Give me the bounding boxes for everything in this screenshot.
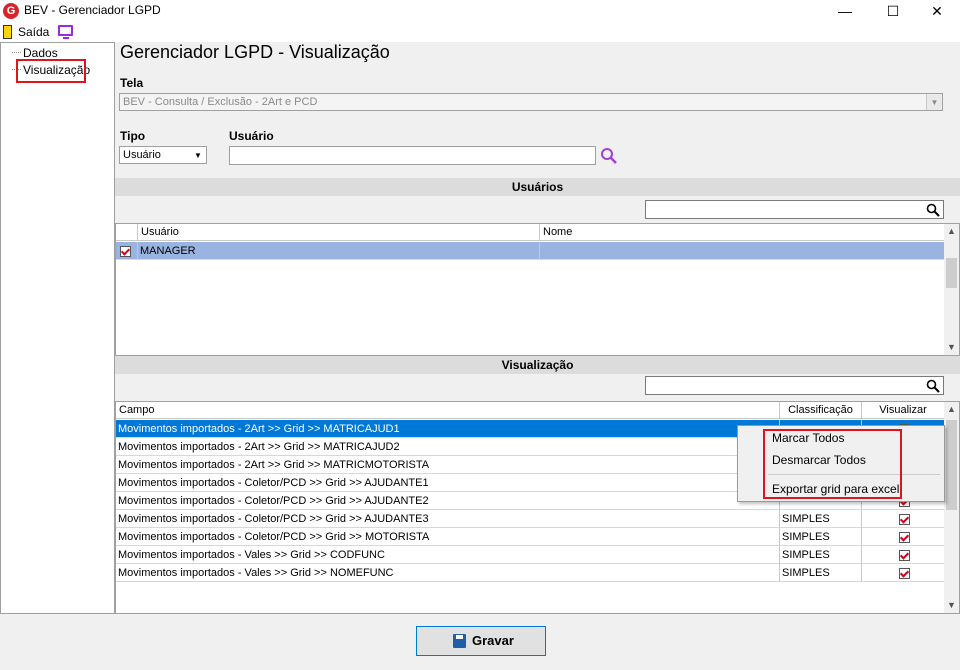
tree-connector xyxy=(12,52,21,53)
table-row[interactable]: MANAGER xyxy=(116,242,945,260)
title-bar: G BEV - Gerenciador LGPD — ☐ ✕ xyxy=(0,0,960,22)
cell-usuario: MANAGER xyxy=(138,242,540,260)
cell-campo: Movimentos importados - 2Art >> Grid >> … xyxy=(116,420,780,438)
grid-header-nome[interactable]: Nome xyxy=(540,224,945,241)
tela-value: BEV - Consulta / Exclusão - 2Art e PCD xyxy=(123,96,318,108)
visualizar-checkbox[interactable] xyxy=(898,567,910,579)
cell-nome xyxy=(540,242,945,260)
cell-visualizar[interactable] xyxy=(862,546,945,564)
users-search-input[interactable] xyxy=(645,200,944,219)
search-icon[interactable] xyxy=(600,147,618,165)
navigation-tree: Dados Visualização xyxy=(0,42,115,614)
cell-campo: Movimentos importados - Coletor/PCD >> G… xyxy=(116,474,780,492)
cell-visualizar[interactable] xyxy=(862,564,945,582)
menu-bar: Saída xyxy=(0,22,960,42)
visualizar-checkbox[interactable] xyxy=(898,549,910,561)
scroll-up-arrow-icon[interactable]: ▲ xyxy=(944,402,959,417)
tipo-select[interactable]: Usuário ▼ xyxy=(119,146,207,164)
floppy-disk-icon xyxy=(453,634,466,648)
tipo-value: Usuário xyxy=(123,149,161,161)
window-title: BEV - Gerenciador LGPD xyxy=(24,3,161,17)
tela-select[interactable]: BEV - Consulta / Exclusão - 2Art e PCD ▼ xyxy=(119,93,943,111)
page-title: Gerenciador LGPD - Visualização xyxy=(120,42,390,62)
cell-visualizar[interactable] xyxy=(862,528,945,546)
scroll-thumb[interactable] xyxy=(946,258,957,288)
tipo-label: Tipo xyxy=(120,129,146,143)
scroll-up-arrow-icon[interactable]: ▲ xyxy=(944,224,959,239)
visualizar-checkbox[interactable] xyxy=(898,513,910,525)
maximize-button[interactable]: ☐ xyxy=(870,0,916,22)
highlight-annotation xyxy=(16,59,86,83)
search-icon[interactable] xyxy=(926,379,940,393)
view-scrollbar[interactable]: ▲ ▼ xyxy=(944,402,959,613)
search-icon[interactable] xyxy=(926,203,940,217)
cell-campo: Movimentos importados - 2Art >> Grid >> … xyxy=(116,438,780,456)
users-grid: Usuário Nome MANAGER ▲ ▼ xyxy=(115,223,960,356)
scroll-thumb[interactable] xyxy=(946,420,957,510)
usuario-label: Usuário xyxy=(229,129,274,143)
scroll-down-arrow-icon[interactable]: ▼ xyxy=(944,598,959,613)
table-row[interactable]: Movimentos importados - Coletor/PCD >> G… xyxy=(116,510,945,528)
save-button[interactable]: Gravar xyxy=(416,626,546,656)
chevron-down-icon[interactable]: ▼ xyxy=(926,94,942,110)
row-checkbox[interactable] xyxy=(120,245,131,257)
screen-icon[interactable] xyxy=(58,25,73,39)
cell-classificacao: SIMPLES xyxy=(780,528,862,546)
scroll-down-arrow-icon[interactable]: ▼ xyxy=(944,340,959,355)
cell-visualizar[interactable] xyxy=(862,510,945,528)
exit-door-icon[interactable] xyxy=(3,25,12,39)
row-checkbox-cell[interactable] xyxy=(116,242,138,260)
minimize-button[interactable]: — xyxy=(822,0,868,22)
cell-campo: Movimentos importados - Coletor/PCD >> G… xyxy=(116,528,780,546)
view-section-header: Visualização xyxy=(115,356,960,374)
table-row[interactable]: Movimentos importados - Coletor/PCD >> G… xyxy=(116,528,945,546)
chevron-down-icon[interactable]: ▼ xyxy=(190,147,206,163)
users-scrollbar[interactable]: ▲ ▼ xyxy=(944,224,959,355)
usuario-input[interactable] xyxy=(229,146,596,165)
app-logo-icon: G xyxy=(3,3,19,19)
cell-campo: Movimentos importados - Coletor/PCD >> G… xyxy=(116,510,780,528)
cell-classificacao: SIMPLES xyxy=(780,510,862,528)
cell-campo: Movimentos importados - 2Art >> Grid >> … xyxy=(116,456,780,474)
cell-classificacao: SIMPLES xyxy=(780,564,862,582)
save-button-label: Gravar xyxy=(472,633,514,648)
grid-header-campo[interactable]: Campo xyxy=(116,402,780,419)
grid-header-visualizar[interactable]: Visualizar xyxy=(862,402,945,419)
view-search-input[interactable] xyxy=(645,376,944,395)
grid-header-classificacao[interactable]: Classificação xyxy=(780,402,862,419)
cell-classificacao: SIMPLES xyxy=(780,546,862,564)
cell-campo: Movimentos importados - Vales >> Grid >>… xyxy=(116,564,780,582)
highlight-annotation xyxy=(763,429,902,499)
visualizar-checkbox[interactable] xyxy=(898,531,910,543)
grid-header-usuario[interactable]: Usuário xyxy=(138,224,540,241)
close-button[interactable]: ✕ xyxy=(914,0,960,22)
cell-campo: Movimentos importados - Coletor/PCD >> G… xyxy=(116,492,780,510)
grid-header-check xyxy=(116,224,138,241)
cell-campo: Movimentos importados - Vales >> Grid >>… xyxy=(116,546,780,564)
tela-label: Tela xyxy=(120,76,144,90)
table-row[interactable]: Movimentos importados - Vales >> Grid >>… xyxy=(116,546,945,564)
table-row[interactable]: Movimentos importados - Vales >> Grid >>… xyxy=(116,564,945,582)
users-section-header: Usuários xyxy=(115,178,960,196)
tree-item-dados[interactable]: Dados xyxy=(23,46,58,60)
menu-item-exit[interactable]: Saída xyxy=(18,25,49,39)
